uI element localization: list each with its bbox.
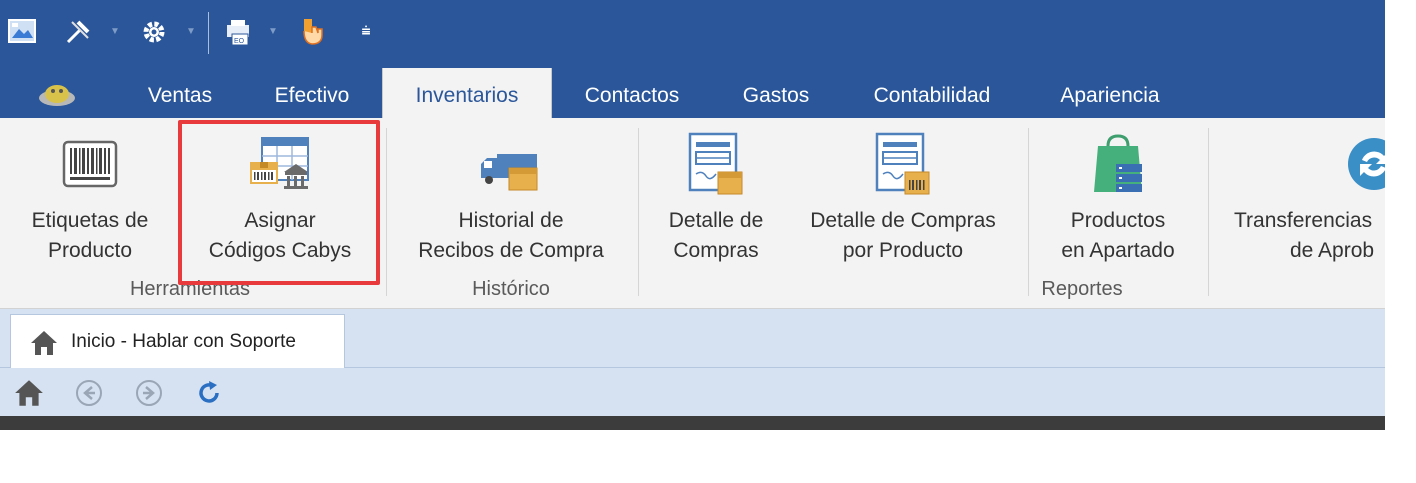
transfer-refresh-icon [1348,138,1385,190]
touch-icon[interactable] [296,16,328,48]
purchase-detail-icon [688,132,743,195]
tools-dropdown-icon[interactable]: ▼ [110,24,120,40]
ribbon-tab-row: Ventas Efectivo Inventarios Contactos Ga… [0,68,1385,120]
group-separator [386,128,387,296]
refresh-icon[interactable] [192,376,226,410]
tab-contactos[interactable]: Contactos [564,68,700,118]
app-window: ▼ ▼ EO ▼ ⩧ Ventas Efectivo Inventarios C… [0,0,1385,430]
document-tab-label: Inicio - Hablar con Soporte [71,331,296,352]
detalle-compras-por-producto-button[interactable]: Detalle de Compras por Producto [792,118,1014,288]
productos-en-apartado-button[interactable]: Productos en Apartado [1040,118,1196,288]
delivery-truck-icon [481,154,538,191]
window-bottom-edge [0,416,1385,430]
group-separator [1208,128,1209,296]
tab-efectivo[interactable]: Efectivo [254,68,370,118]
tab-gastos[interactable]: Gastos [724,68,828,118]
transferencias-label: Transferencias de Aprob [1234,209,1375,262]
etiquetas-de-producto-label: Etiquetas de Producto [31,209,149,262]
print-icon[interactable]: EO [222,16,254,48]
tab-ventas[interactable]: Ventas [130,68,230,118]
quick-access-toolbar: ▼ ▼ EO ▼ ⩧ [0,0,1385,68]
tab-contabilidad[interactable]: Contabilidad [850,68,1014,118]
barcode-icon [62,140,118,188]
back-icon[interactable] [72,376,106,410]
settings-icon[interactable] [138,16,170,48]
group-separator [1028,128,1029,296]
etiquetas-de-producto-button[interactable]: Etiquetas de Producto [10,118,170,288]
reportes-text: Reportes [1041,278,1123,300]
document-tab-strip: Inicio - Hablar con Soporte [0,309,1385,369]
highlight-box [178,120,380,285]
productos-en-apartado-label: Productos en Apartado [1061,209,1175,262]
group-label-historico: Histórico [472,278,550,300]
purchase-by-product-icon [875,132,930,195]
print-dropdown-icon[interactable]: ▼ [268,24,278,40]
detalle-de-compras-label: Detalle de Compras [668,209,764,262]
historial-recibos-compra-label: Historial de Recibos de Compra [418,209,604,262]
settings-dropdown-icon[interactable]: ▼ [186,24,196,40]
svg-text:EO: EO [234,38,245,45]
tab-inventarios[interactable]: Inventarios [382,68,552,120]
tools-icon[interactable] [62,16,94,48]
detalle-compras-por-producto-label: Detalle de Compras por Producto [810,209,996,262]
customize-toolbar-icon[interactable]: ⩧ [350,16,382,48]
home-icon[interactable] [12,376,46,410]
shopping-bag-icon [1094,134,1142,192]
detalle-de-compras-button[interactable]: Detalle de Compras [652,118,780,288]
transferencias-button[interactable]: Transferencias de Aprob [1226,118,1385,288]
home-icon [31,331,57,355]
app-icon[interactable] [6,16,38,48]
app-menu-icon [39,85,75,106]
forward-icon[interactable] [132,376,166,410]
tab-app-menu[interactable] [22,68,92,118]
historial-recibos-compra-button[interactable]: Historial de Recibos de Compra [400,118,622,288]
navigation-bar [0,368,1385,416]
tab-apariencia[interactable]: Apariencia [1040,68,1180,118]
document-tab-inicio[interactable]: Inicio - Hablar con Soporte [10,314,345,369]
toolbar-separator [208,12,209,54]
group-separator [638,128,639,296]
